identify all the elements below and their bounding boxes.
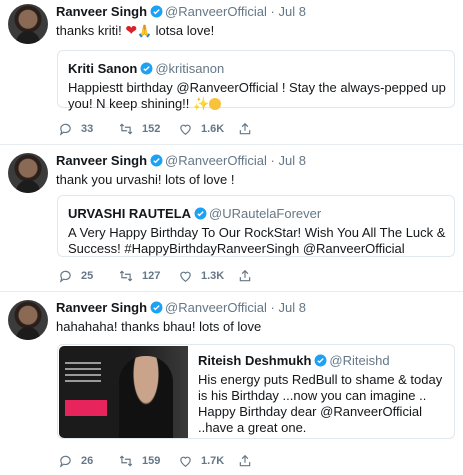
retweet-button[interactable]: 159 — [118, 454, 178, 468]
like-button[interactable]: 1.6K — [178, 122, 238, 136]
avatar[interactable] — [8, 4, 48, 44]
tweet-text-suffix: lotsa love! — [152, 23, 215, 38]
share-button[interactable] — [238, 454, 298, 468]
quoted-tweet-header: Riteish Deshmukh @Riteishd — [198, 353, 390, 370]
reply-count: 26 — [81, 455, 94, 467]
tweet-text: hahahaha! thanks bhau! lots of love — [56, 319, 262, 334]
like-count: 1.7K — [201, 455, 225, 467]
quoted-author-handle: @Riteishd — [329, 353, 390, 368]
quoted-tweet-header: URVASHI RAUTELA @URautelaForever — [68, 206, 321, 223]
tweet-actions: 25 127 1.3K — [58, 269, 298, 283]
heart-icon — [180, 124, 191, 135]
quoted-tweet[interactable]: Riteish Deshmukh @Riteishd His energy put… — [57, 344, 455, 439]
quoted-tweet-text: His energy puts RedBull to shame & today… — [198, 372, 443, 435]
retweet-icon — [119, 270, 133, 282]
tweet-text-main: thanks kriti! — [56, 23, 126, 38]
tweet-text: thank you urvashi! lots of love ! — [56, 172, 235, 187]
heart-icon — [180, 271, 191, 282]
share-button[interactable] — [238, 122, 298, 136]
reply-count: 33 — [81, 123, 94, 135]
tweet-header: Ranveer Singh @RanveerOfficial · Jul 8 — [56, 4, 306, 21]
reply-button[interactable]: 26 — [58, 454, 118, 468]
quoted-author-handle: @kritisanon — [155, 61, 225, 76]
quoted-tweet[interactable]: Kriti Sanon @kritisanon Happiestt birthda… — [57, 50, 455, 111]
sparkles-icon: ✨ — [193, 96, 210, 111]
verified-badge-icon — [150, 154, 163, 170]
tweet-header: Ranveer Singh @RanveerOfficial · Jul 8 — [56, 300, 306, 317]
tweet-date[interactable]: Jul 8 — [278, 153, 305, 168]
image-text-lines — [65, 362, 101, 386]
like-count: 1.6K — [201, 123, 225, 135]
divider — [0, 144, 463, 145]
tweet-date[interactable]: Jul 8 — [278, 300, 305, 315]
quoted-text-main: Happiestt birthday @RanveerOfficial ! St… — [68, 80, 446, 111]
quoted-tweet[interactable]: URVASHI RAUTELA @URautelaForever A Very H… — [57, 195, 455, 257]
avatar[interactable] — [8, 300, 48, 340]
share-icon — [239, 454, 251, 467]
retweet-count: 127 — [142, 270, 161, 282]
retweet-button[interactable]: 127 — [118, 269, 178, 283]
tweet-actions: 26 159 1.7K — [58, 454, 298, 468]
image-banner — [65, 400, 107, 416]
divider — [0, 291, 463, 292]
author-name[interactable]: Ranveer Singh — [56, 4, 147, 19]
quoted-tweet-text: Happiestt birthday @RanveerOfficial ! St… — [68, 80, 448, 112]
verified-badge-icon — [314, 354, 327, 370]
retweet-icon — [119, 455, 133, 467]
verified-badge-icon — [150, 5, 163, 21]
folded-hands-icon: 🙏 — [137, 24, 153, 38]
reply-button[interactable]: 33 — [58, 122, 118, 136]
verified-badge-icon — [140, 62, 153, 78]
separator-dot: · — [270, 300, 275, 315]
share-icon — [239, 269, 251, 282]
tweet-text: thanks kriti! ❤🙏 lotsa love! — [56, 22, 214, 40]
author-handle[interactable]: @RanveerOfficial — [165, 300, 267, 315]
reply-count: 25 — [81, 270, 94, 282]
share-button[interactable] — [238, 269, 298, 283]
quoted-tweet-text: A Very Happy Birthday To Our RockStar! W… — [68, 225, 446, 256]
reply-icon — [59, 123, 71, 136]
quoted-tweet-image[interactable] — [59, 346, 188, 438]
separator-dot: · — [270, 153, 275, 168]
quoted-author-name: Kriti Sanon — [68, 61, 138, 76]
like-button[interactable]: 1.3K — [178, 269, 238, 283]
separator-dot: · — [270, 4, 275, 19]
retweet-icon — [119, 123, 133, 135]
author-handle[interactable]: @RanveerOfficial — [165, 4, 267, 19]
verified-badge-icon — [194, 207, 207, 223]
retweet-count: 159 — [142, 455, 161, 467]
author-handle[interactable]: @RanveerOfficial — [165, 153, 267, 168]
tweet-date[interactable]: Jul 8 — [278, 4, 305, 19]
reply-icon — [59, 455, 71, 468]
author-name[interactable]: Ranveer Singh — [56, 153, 147, 168]
red-heart-icon: ❤ — [125, 22, 138, 38]
quoted-tweet-header: Kriti Sanon @kritisanon — [68, 61, 224, 78]
tweet-header: Ranveer Singh @RanveerOfficial · Jul 8 — [56, 153, 306, 170]
image-person — [119, 356, 173, 438]
retweet-button[interactable]: 152 — [118, 122, 178, 136]
tweet-actions: 33 152 1.6K — [58, 122, 298, 136]
like-count: 1.3K — [201, 270, 225, 282]
quoted-author-handle: @URautelaForever — [209, 206, 322, 221]
heart-icon — [180, 456, 191, 467]
author-name[interactable]: Ranveer Singh — [56, 300, 147, 315]
avatar[interactable] — [8, 153, 48, 193]
reply-button[interactable]: 25 — [58, 269, 118, 283]
retweet-count: 152 — [142, 123, 161, 135]
like-button[interactable]: 1.7K — [178, 454, 238, 468]
share-icon — [239, 122, 251, 135]
quoted-author-name: Riteish Deshmukh — [198, 353, 312, 368]
reply-icon — [59, 270, 71, 283]
quoted-author-name: URVASHI RAUTELA — [68, 206, 192, 221]
verified-badge-icon — [150, 301, 163, 317]
smiling-face-icon — [209, 98, 222, 110]
